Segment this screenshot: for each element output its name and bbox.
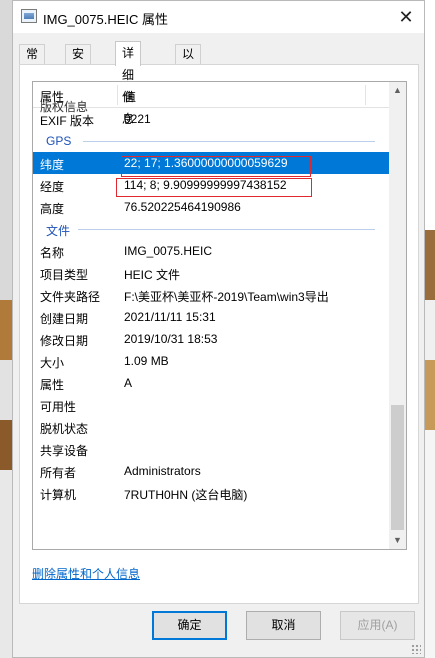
property-name: 所有者 (40, 466, 77, 480)
property-name: 计算机 (40, 488, 77, 502)
list-row-attributes[interactable]: 属性 A (33, 372, 389, 394)
property-name: EXIF 版本 (40, 114, 95, 128)
apply-button[interactable]: 应用(A) (340, 611, 415, 640)
column-divider[interactable] (117, 85, 118, 105)
property-name: 属性 (40, 378, 65, 392)
properties-dialog: IMG_0075.HEIC 属性 ✕ 常规 安全 详细信息 以前的版本 属性 值… (12, 0, 425, 658)
group-header-gps: GPS (33, 130, 389, 152)
cancel-button[interactable]: 取消 (246, 611, 321, 640)
list-row-item-type[interactable]: 项目类型 HEIC 文件 (33, 262, 389, 284)
property-name: 名称 (40, 246, 65, 260)
property-value: 76.520225464190986 (124, 200, 241, 214)
list-row-computer[interactable]: 计算机 7RUTH0HN (这台电脑) (33, 482, 389, 504)
group-header-file: 文件 (33, 218, 389, 240)
scroll-up-arrow-icon[interactable]: ▲ (389, 82, 406, 99)
list-row-offline-status[interactable]: 脱机状态 (33, 416, 389, 438)
group-title: GPS (46, 134, 72, 148)
property-name: 高度 (40, 202, 65, 216)
list-row-shared-with[interactable]: 共享设备 (33, 438, 389, 460)
property-value: F:\美亚杯\美亚杯-2019\Team\win3导出 (124, 290, 329, 304)
tab-details[interactable]: 详细信息 (115, 41, 142, 126)
list-row-latitude[interactable]: 纬度 22; 17; 1.36000000000059629 (33, 152, 389, 174)
tab-previous-versions[interactable]: 以前的版本 (175, 44, 202, 137)
property-value: IMG_0075.HEIC (124, 244, 213, 258)
list-row-size[interactable]: 大小 1.09 MB (33, 350, 389, 372)
details-panel: 属性 值 版权信息 EXIF 版本 0221 GPS 纬度 (19, 64, 419, 604)
list-row-owner[interactable]: 所有者 Administrators (33, 460, 389, 482)
vertical-scrollbar[interactable]: ▲ ▼ (389, 82, 406, 549)
property-name: 经度 (40, 180, 65, 194)
group-title: 文件 (46, 224, 71, 238)
property-name: 纬度 (40, 158, 65, 172)
list-row-folder-path[interactable]: 文件夹路径 F:\美亚杯\美亚杯-2019\Team\win3导出 (33, 284, 389, 306)
property-value: 2019/10/31 18:53 (124, 332, 218, 346)
property-name: 项目类型 (40, 268, 89, 282)
image-file-icon (21, 9, 37, 23)
property-name: 共享设备 (40, 444, 89, 458)
property-value: A (124, 376, 133, 390)
group-divider (83, 141, 375, 142)
scrollbar-thumb[interactable] (391, 405, 404, 530)
property-value: HEIC 文件 (124, 268, 181, 282)
ok-button[interactable]: 确定 (152, 611, 227, 640)
property-name: 文件夹路径 (40, 290, 101, 304)
property-value: 114; 8; 9.90999999997438152 (124, 178, 287, 192)
tab-security[interactable]: 安全 (65, 44, 92, 80)
list-row-altitude[interactable]: 高度 76.520225464190986 (33, 196, 389, 218)
list-row-exif-version[interactable]: EXIF 版本 0221 (33, 108, 389, 130)
title-bar[interactable]: IMG_0075.HEIC 属性 ✕ (13, 1, 424, 33)
column-divider[interactable] (365, 85, 366, 105)
list-row-date-created[interactable]: 创建日期 2021/11/11 15:31 (33, 306, 389, 328)
property-name: 创建日期 (40, 312, 89, 326)
tab-general[interactable]: 常规 (19, 44, 46, 80)
list-row-name[interactable]: 名称 IMG_0075.HEIC (33, 240, 389, 262)
property-name: 脱机状态 (40, 422, 89, 436)
list-row-availability[interactable]: 可用性 (33, 394, 389, 416)
remove-properties-link[interactable]: 删除属性和个人信息 (32, 565, 140, 582)
property-value: 7RUTH0HN (这台电脑) (124, 488, 248, 502)
property-value: 1.09 MB (124, 354, 169, 368)
property-value: 2021/11/11 15:31 (124, 310, 216, 324)
group-divider (78, 229, 375, 230)
resize-grip-icon[interactable] (411, 644, 421, 654)
list-row-longitude[interactable]: 经度 114; 8; 9.90999999997438152 (33, 174, 389, 196)
property-value: Administrators (124, 464, 201, 478)
list-row-date-modified[interactable]: 修改日期 2019/10/31 18:53 (33, 328, 389, 350)
property-value: 22; 17; 1.36000000000059629 (124, 156, 288, 170)
close-button[interactable]: ✕ (388, 1, 424, 33)
scroll-down-arrow-icon[interactable]: ▼ (389, 532, 406, 549)
window-title: IMG_0075.HEIC 属性 (43, 12, 168, 27)
property-name: 可用性 (40, 400, 77, 414)
property-list[interactable]: 属性 值 版权信息 EXIF 版本 0221 GPS 纬度 (32, 81, 407, 550)
property-name: 大小 (40, 356, 65, 370)
property-name: 修改日期 (40, 334, 89, 348)
background-window-left (0, 0, 12, 658)
background-window-right (425, 0, 435, 658)
